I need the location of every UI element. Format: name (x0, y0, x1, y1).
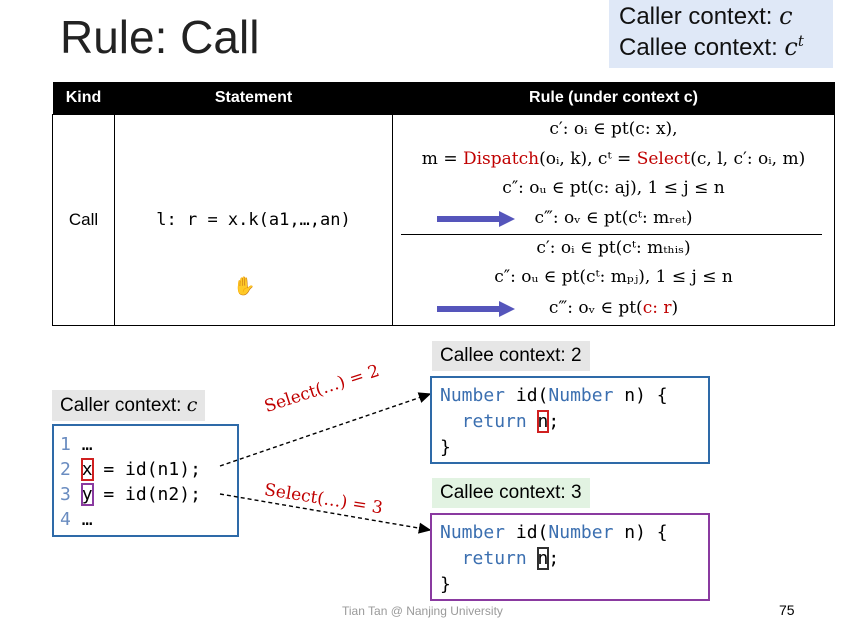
var-y: y (80, 483, 94, 506)
arrow-result-icon (437, 301, 515, 317)
header-statement: Statement (114, 82, 393, 115)
callee-context-2-label: Callee context: 2 (432, 341, 590, 371)
slide-title: Rule: Call (60, 11, 260, 63)
callee-code-box-3: Number id(Number n) { return n; } (430, 513, 710, 601)
context-legend: Caller context: c Callee context: ct (609, 0, 833, 68)
cell-kind: Call (52, 114, 115, 326)
cell-rule: c′: oᵢ ∈ pt(c: x), m = Dispatch(oᵢ, k), … (392, 114, 835, 326)
rule-conclusion-2: c″: oᵤ ∈ pt(cᵗ: mₚⱼ), 1 ≤ j ≤ n (494, 267, 733, 287)
rule-premise-3: c″: oᵤ ∈ pt(c: aj), 1 ≤ j ≤ n (502, 178, 725, 198)
caller-context-legend: Caller context: c (619, 2, 793, 30)
hand-cursor-icon: ✋ (233, 276, 256, 296)
var-n-callee-2: n (536, 410, 550, 433)
rule-inference-line (401, 234, 822, 235)
caller-context-label: Caller context: c (52, 390, 206, 421)
table-header-row: Kind Statement Rule (under context c) (52, 82, 835, 115)
dispatch-function: Dispatch (462, 149, 540, 169)
table-row: Call l: r = x.k(a1,…,an) c′: oᵢ ∈ pt(c: … (52, 114, 835, 326)
select-arrows (219, 392, 432, 534)
arrow-to-callee-2 (219, 392, 432, 467)
callee-code-box-2: Number id(Number n) { return n; } (430, 376, 710, 464)
header-kind: Kind (52, 82, 115, 115)
rule-conclusion-1: c′: oᵢ ∈ pt(cᵗ: mₜₕᵢₛ) (536, 238, 691, 258)
caller-context-highlight: c: r (642, 298, 672, 318)
arrow-return-icon (437, 211, 515, 227)
rule-table: Kind Statement Rule (under context c) Ca… (52, 82, 835, 326)
var-n-callee-3: n (536, 547, 550, 570)
select-function: Select (636, 149, 691, 169)
page-number: 75 (779, 602, 795, 618)
rule-premise-2: m = Dispatch(oᵢ, k), cᵗ = Select(c, l, c… (421, 149, 806, 169)
var-x: x (80, 458, 94, 481)
rule-premise-1: c′: oᵢ ∈ pt(c: x), (549, 119, 678, 139)
callee-context-3-label: Callee context: 3 (432, 478, 590, 508)
callee-context-legend: Callee context: ct (619, 32, 804, 61)
header-rule: Rule (under context c) (392, 82, 835, 115)
footer-credit: Tian Tan @ Nanjing University (342, 604, 503, 618)
